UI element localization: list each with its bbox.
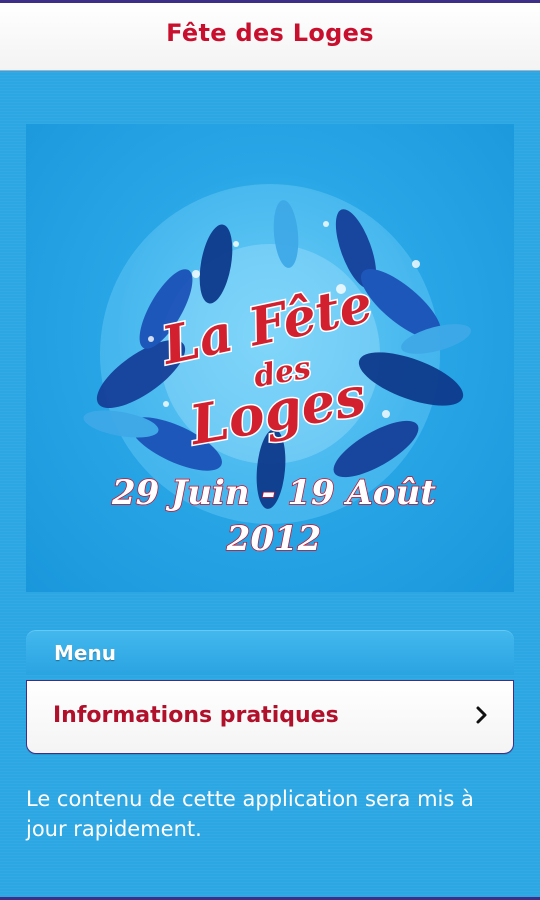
update-notice: Le contenu de cette application sera mis… <box>26 787 474 841</box>
main-content: La Fête des Loges 29 Juin - 19 Août 2012… <box>0 71 540 898</box>
chevron-right-icon <box>476 706 487 724</box>
menu-item-informations-pratiques[interactable]: Informations pratiques <box>26 680 514 754</box>
page-title: Fête des Loges <box>166 19 374 47</box>
event-poster: La Fête des Loges 29 Juin - 19 Août 2012 <box>26 124 514 592</box>
event-dates: 29 Juin - 19 Août <box>111 473 436 513</box>
menu-section-label: Menu <box>54 641 116 665</box>
menu-item-label: Informations pratiques <box>53 703 339 728</box>
menu-section-header: Menu <box>26 630 514 675</box>
poster-artwork: La Fête des Loges 29 Juin - 19 Août 2012 <box>83 184 471 560</box>
event-year: 2012 <box>226 519 322 559</box>
app-header: Fête des Loges <box>0 3 540 71</box>
